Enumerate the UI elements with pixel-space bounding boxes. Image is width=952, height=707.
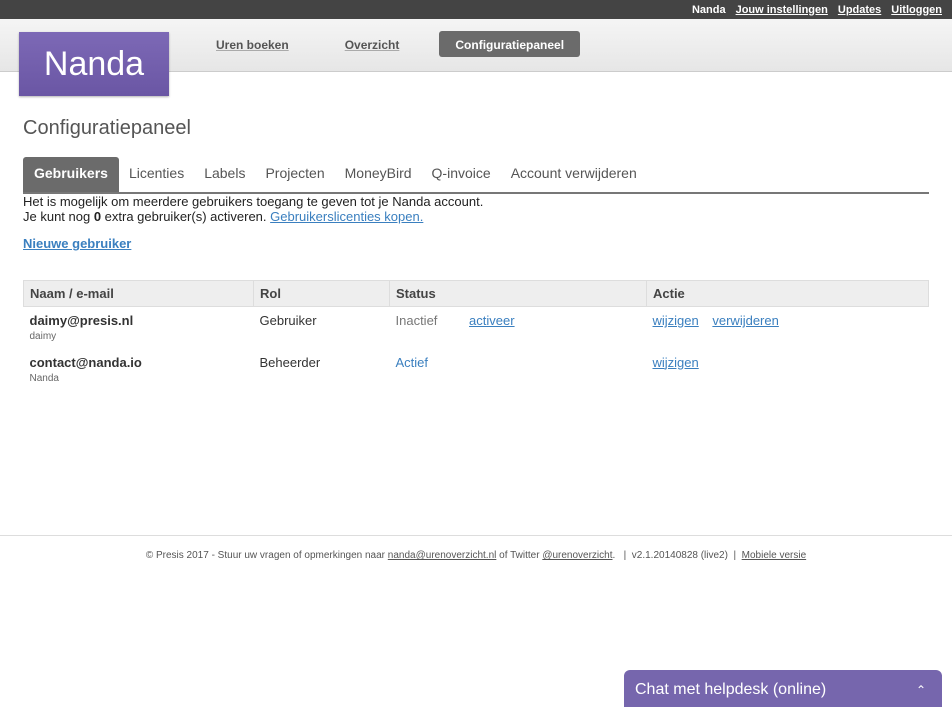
user-role: Beheerder [259, 354, 321, 370]
col-header-naam: Naam / e-mail [23, 280, 254, 307]
user-email: contact@nanda.io [29, 354, 142, 370]
nav-configuratiepaneel[interactable]: Configuratiepaneel [439, 31, 581, 57]
tab-gebruikers[interactable]: Gebruikers [23, 157, 119, 192]
tab-moneybird[interactable]: MoneyBird [335, 165, 422, 192]
main-nav: Uren boeken Overzicht Configuratiepaneel [200, 31, 581, 57]
col-header-actie: Actie [646, 280, 929, 307]
status-cell: Inactief activeer [390, 307, 647, 349]
license-info-pre: Je kunt nog [23, 209, 94, 224]
new-user-link[interactable]: Nieuwe gebruiker [23, 236, 131, 251]
footer-email-link[interactable]: nanda@urenoverzicht.nl [388, 550, 497, 561]
footer-version: . | v2.1.20140828 (live2) | [612, 550, 742, 561]
tab-bar: Gebruikers Licenties Labels Projecten Mo… [23, 157, 929, 194]
action-cell: wijzigen verwijderen [647, 307, 929, 349]
user-name: Nanda [29, 372, 59, 384]
user-cell: contact@nanda.io Nanda [24, 349, 254, 391]
tab-q-invoice[interactable]: Q-invoice [422, 165, 501, 192]
table-row: daimy@presis.nl daimy Gebruiker Inactief… [24, 307, 929, 349]
chat-label: Chat met helpdesk (online) [635, 681, 827, 698]
footer-text: © Presis 2017 - Stuur uw vragen of opmer… [145, 550, 388, 561]
main-content: Configuratiepaneel Gebruikers Licenties … [0, 117, 952, 391]
footer-text: of Twitter [496, 550, 543, 561]
footer-twitter-link[interactable]: @urenoverzicht [542, 550, 612, 561]
updates-link[interactable]: Updates [838, 4, 881, 16]
logo[interactable]: Nanda [19, 32, 169, 96]
license-info-post: extra gebruiker(s) activeren. [101, 209, 271, 224]
delete-link[interactable]: verwijderen [712, 313, 778, 328]
nav-overzicht[interactable]: Overzicht [329, 31, 416, 57]
status-cell: Actief [390, 349, 647, 391]
user-role: Gebruiker [259, 313, 317, 328]
action-cell: wijzigen [647, 349, 929, 391]
edit-link[interactable]: wijzigen [653, 355, 699, 370]
users-table: Naam / e-mail Rol Status Actie daimy@pre… [23, 280, 929, 391]
chat-helpdesk-button[interactable]: Chat met helpdesk (online) ⌃ [624, 670, 942, 707]
tab-labels[interactable]: Labels [194, 165, 255, 192]
mobile-version-link[interactable]: Mobiele versie [742, 550, 806, 561]
col-header-rol: Rol [253, 280, 390, 307]
tab-account-verwijderen[interactable]: Account verwijderen [501, 165, 647, 192]
user-name: daimy [29, 331, 57, 342]
current-user: Nanda [691, 3, 726, 16]
nav-uren-boeken[interactable]: Uren boeken [200, 31, 305, 57]
footer: © Presis 2017 - Stuur uw vragen of opmer… [0, 535, 952, 561]
activate-link[interactable]: activeer [469, 313, 515, 328]
col-header-status: Status [389, 280, 647, 307]
buy-licenses-link[interactable]: Gebruikerslicenties kopen. [270, 209, 423, 224]
user-cell: daimy@presis.nl daimy [24, 307, 254, 349]
license-info: Je kunt nog 0 extra gebruiker(s) activer… [23, 209, 929, 224]
header: Nanda Uren boeken Overzicht Configuratie… [0, 19, 952, 96]
top-bar: Nanda Jouw instellingen Updates Uitlogge… [0, 0, 952, 19]
info-text: Het is mogelijk om meerdere gebruikers t… [23, 194, 484, 209]
edit-link[interactable]: wijzigen [653, 313, 699, 328]
license-count: 0 [93, 209, 102, 224]
page-title: Configuratiepaneel [23, 117, 191, 139]
status-active: Actief [395, 354, 429, 370]
tab-licenties[interactable]: Licenties [119, 165, 194, 192]
status-inactive: Inactief [395, 313, 438, 328]
logout-link[interactable]: Uitloggen [891, 4, 942, 16]
chevron-up-icon: ⌃ [915, 683, 926, 697]
table-row: contact@nanda.io Nanda Beheerder Actief … [24, 349, 929, 391]
user-email: daimy@presis.nl [29, 313, 134, 328]
settings-link[interactable]: Jouw instellingen [736, 4, 828, 16]
tab-projecten[interactable]: Projecten [255, 165, 334, 192]
